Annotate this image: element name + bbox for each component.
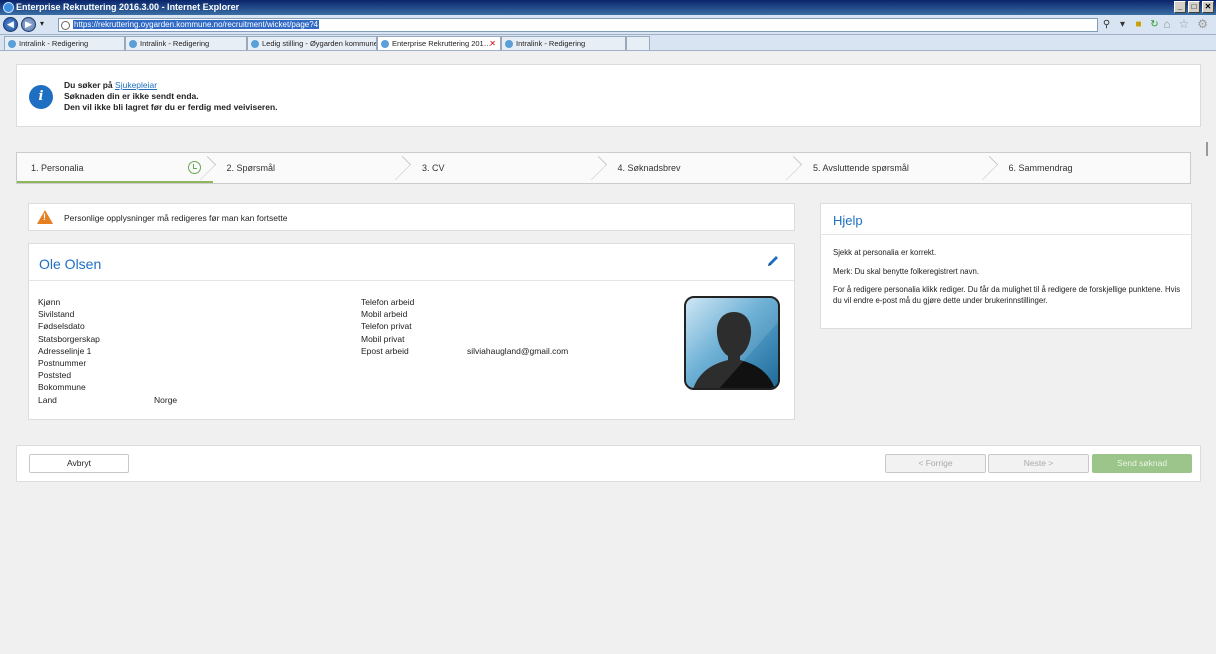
help-paragraph: Sjekk at personalia er korrekt. — [833, 248, 937, 257]
lock-icon[interactable]: ■ — [1132, 18, 1145, 31]
window-titlebar: Enterprise Rekruttering 2016.3.00 - Inte… — [0, 0, 1216, 15]
person-silhouette-icon — [686, 298, 778, 388]
new-tab-button[interactable] — [626, 36, 650, 50]
send-application-button[interactable]: Send søknad — [1092, 454, 1192, 473]
dropdown-icon[interactable]: ▾ — [1116, 18, 1129, 31]
ie-page-icon — [251, 40, 259, 48]
help-panel: Hjelp Sjekk at personalia er korrekt. Me… — [820, 203, 1192, 329]
field-row: Kjønn — [38, 297, 61, 307]
internet-explorer-icon — [3, 2, 14, 13]
notice-applying-label: Du søker på — [64, 80, 116, 90]
browser-tab[interactable]: Intralink - Redigering — [125, 36, 247, 50]
help-paragraph: Merk: Du skal benytte folkeregistrert na… — [833, 266, 980, 276]
maximize-button[interactable]: □ — [1188, 1, 1200, 13]
window-title: Enterprise Rekruttering 2016.3.00 - Inte… — [16, 2, 240, 12]
ie-page-icon — [381, 40, 389, 48]
history-dropdown-icon[interactable]: ▾ — [40, 19, 44, 28]
next-button[interactable]: Neste > — [988, 454, 1089, 473]
info-icon: i — [29, 85, 53, 109]
browser-tab[interactable]: Intralink - Redigering — [4, 36, 125, 50]
page-content: i Du søker på Sjukepleiar Søknaden din e… — [7, 52, 1209, 654]
personal-fields-right: Telefon arbeid Mobil arbeid Telefon priv… — [361, 296, 568, 357]
field-row: Mobil arbeid — [361, 309, 408, 320]
ie-page-icon — [129, 40, 137, 48]
notice-not-sent: Søknaden din er ikke sendt enda. — [64, 91, 199, 101]
favorites-star-icon[interactable]: ☆ — [1178, 17, 1189, 31]
step-personalia[interactable]: 1. Personalia — [17, 153, 216, 183]
job-title-link[interactable]: Sjukepleiar — [115, 80, 157, 90]
scrollbar[interactable] — [1206, 142, 1208, 156]
edit-pencil-icon[interactable] — [766, 254, 780, 268]
field-row: Mobil privat — [361, 333, 405, 344]
cancel-button[interactable]: Avbryt — [29, 454, 129, 473]
help-title: Hjelp — [833, 213, 863, 228]
wizard-footer: Avbryt < Forrige Neste > Send søknad — [16, 445, 1201, 482]
browser-tab[interactable]: Intralink - Redigering — [501, 36, 626, 50]
warning-message: Personlige opplysninger må redigeres før… — [28, 203, 795, 231]
field-row: Bokommune — [38, 382, 86, 393]
personal-fields-left: Kjønn Sivilstand Fødselsdato Statsborger… — [38, 296, 177, 406]
wizard-steps: 1. Personalia 2. Spørsmål 3. CV 4. Søkna… — [16, 152, 1191, 184]
ie-page-icon — [505, 40, 513, 48]
notice-not-saved: Den vil ikke bli lagret før du er ferdig… — [64, 102, 278, 112]
field-row: Adresselinje 1 — [38, 345, 92, 356]
minimize-button[interactable]: _ — [1174, 1, 1186, 13]
url-field[interactable]: https://rekruttering.oygarden.kommune.no… — [58, 18, 1098, 32]
person-name: Ole Olsen — [39, 256, 102, 272]
field-row: Postnummer — [38, 358, 87, 369]
field-row: Fødselsdato — [38, 321, 85, 332]
search-icon[interactable]: ⚲ — [1100, 18, 1113, 31]
field-row: Telefon arbeid — [361, 297, 415, 307]
step-sporsmal[interactable]: 2. Spørsmål — [213, 153, 412, 183]
address-bar: ◀ ▶ ▾ https://rekruttering.oygarden.komm… — [0, 15, 1216, 35]
browser-tab-active[interactable]: Enterprise Rekruttering 201… ✕ — [377, 36, 501, 50]
application-notice: i Du søker på Sjukepleiar Søknaden din e… — [16, 64, 1201, 127]
tab-bar: Intralink - Redigering Intralink - Redig… — [0, 35, 1216, 51]
back-button[interactable]: ◀ — [3, 17, 18, 32]
help-paragraph: For å redigere personalia klikk rediger.… — [833, 285, 1181, 305]
browser-tab[interactable]: Ledig stilling - Øygarden kommune — [247, 36, 377, 50]
personalia-card: Ole Olsen Kjønn Sivilstand Fødselsdato S… — [28, 243, 795, 420]
avatar — [684, 296, 780, 390]
forward-button[interactable]: ▶ — [21, 17, 36, 32]
refresh-icon[interactable]: ↻ — [1148, 18, 1161, 31]
step-sammendrag[interactable]: 6. Sammendrag — [995, 153, 1191, 183]
field-row: Telefon privat — [361, 321, 412, 332]
home-icon[interactable]: ⌂ — [1163, 17, 1170, 31]
field-row: Epost arbeid silviahaugland@gmail.com — [361, 345, 569, 356]
close-tab-icon[interactable]: ✕ — [489, 37, 496, 50]
previous-button[interactable]: < Forrige — [885, 454, 986, 473]
field-row: Statsborgerskap — [38, 333, 100, 344]
close-window-button[interactable]: ✕ — [1202, 1, 1214, 13]
warning-icon — [37, 210, 53, 224]
field-row: Poststed — [38, 370, 72, 381]
field-row: Sivilstand — [38, 309, 75, 320]
settings-gear-icon[interactable]: ⚙ — [1197, 17, 1208, 31]
warning-text: Personlige opplysninger må redigeres før… — [64, 213, 288, 223]
field-row: Land Norge — [38, 394, 178, 405]
step-avsluttende-sporsmal[interactable]: 5. Avsluttende spørsmål — [799, 153, 998, 183]
step-soknadsbrev[interactable]: 4. Søknadsbrev — [604, 153, 803, 183]
step-cv[interactable]: 3. CV — [408, 153, 607, 183]
site-icon — [61, 21, 70, 30]
ie-page-icon — [8, 40, 16, 48]
